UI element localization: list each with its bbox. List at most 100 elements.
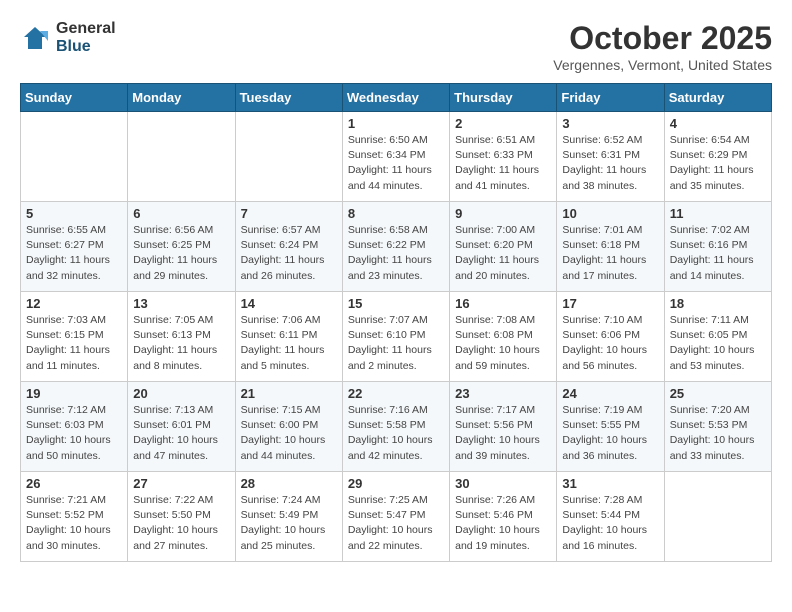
day-number: 23 bbox=[455, 386, 551, 401]
day-number: 2 bbox=[455, 116, 551, 131]
calendar-cell: 10 Sunrise: 7:01 AM Sunset: 6:18 PM Dayli… bbox=[557, 202, 664, 292]
day-info: Sunrise: 6:52 AM Sunset: 6:31 PM Dayligh… bbox=[562, 133, 658, 194]
calendar-table: SundayMondayTuesdayWednesdayThursdayFrid… bbox=[20, 83, 772, 562]
day-number: 3 bbox=[562, 116, 658, 131]
day-info: Sunrise: 7:26 AM Sunset: 5:46 PM Dayligh… bbox=[455, 493, 551, 554]
logo-text: General Blue bbox=[56, 20, 116, 55]
page-header: General Blue October 2025 Vergennes, Ver… bbox=[20, 20, 772, 73]
calendar-cell: 18 Sunrise: 7:11 AM Sunset: 6:05 PM Dayli… bbox=[664, 292, 771, 382]
day-info: Sunrise: 7:12 AM Sunset: 6:03 PM Dayligh… bbox=[26, 403, 122, 464]
calendar-cell: 12 Sunrise: 7:03 AM Sunset: 6:15 PM Dayli… bbox=[21, 292, 128, 382]
weekday-header-thursday: Thursday bbox=[450, 84, 557, 112]
calendar-cell: 19Sunrise: 7:12 AM Sunset: 6:03 PM Dayli… bbox=[21, 382, 128, 472]
calendar-header: SundayMondayTuesdayWednesdayThursdayFrid… bbox=[21, 84, 772, 112]
day-info: Sunrise: 6:58 AM Sunset: 6:22 PM Dayligh… bbox=[348, 223, 444, 284]
day-number: 31 bbox=[562, 476, 658, 491]
calendar-cell bbox=[235, 112, 342, 202]
weekday-row: SundayMondayTuesdayWednesdayThursdayFrid… bbox=[21, 84, 772, 112]
calendar-cell: 2 Sunrise: 6:51 AM Sunset: 6:33 PM Daylig… bbox=[450, 112, 557, 202]
location-text: Vergennes, Vermont, United States bbox=[553, 57, 772, 73]
calendar-cell: 11 Sunrise: 7:02 AM Sunset: 6:16 PM Dayli… bbox=[664, 202, 771, 292]
calendar-cell bbox=[664, 472, 771, 562]
day-number: 26 bbox=[26, 476, 122, 491]
day-number: 10 bbox=[562, 206, 658, 221]
calendar-cell: 6 Sunrise: 6:56 AM Sunset: 6:25 PM Daylig… bbox=[128, 202, 235, 292]
calendar-cell: 27 Sunrise: 7:22 AM Sunset: 5:50 PM Dayli… bbox=[128, 472, 235, 562]
logo-general-text: General bbox=[56, 20, 116, 38]
day-info: Sunrise: 7:28 AM Sunset: 5:44 PM Dayligh… bbox=[562, 493, 658, 554]
day-info: Sunrise: 7:01 AM Sunset: 6:18 PM Dayligh… bbox=[562, 223, 658, 284]
day-number: 16 bbox=[455, 296, 551, 311]
day-info: Sunrise: 6:56 AM Sunset: 6:25 PM Dayligh… bbox=[133, 223, 229, 284]
calendar-cell: 24Sunrise: 7:19 AM Sunset: 5:55 PM Dayli… bbox=[557, 382, 664, 472]
day-number: 6 bbox=[133, 206, 229, 221]
calendar-cell bbox=[128, 112, 235, 202]
calendar-cell bbox=[21, 112, 128, 202]
calendar-cell: 21 Sunrise: 7:15 AM Sunset: 6:00 PM Dayli… bbox=[235, 382, 342, 472]
day-number: 4 bbox=[670, 116, 766, 131]
day-number: 18 bbox=[670, 296, 766, 311]
calendar-week-1: 1 Sunrise: 6:50 AM Sunset: 6:34 PM Daylig… bbox=[21, 112, 772, 202]
day-number: 25 bbox=[670, 386, 766, 401]
day-number: 30 bbox=[455, 476, 551, 491]
calendar-cell: 16Sunrise: 7:08 AM Sunset: 6:08 PM Dayli… bbox=[450, 292, 557, 382]
day-number: 20 bbox=[133, 386, 229, 401]
calendar-cell: 30 Sunrise: 7:26 AM Sunset: 5:46 PM Dayli… bbox=[450, 472, 557, 562]
calendar-cell: 7Sunrise: 6:57 AM Sunset: 6:24 PM Daylig… bbox=[235, 202, 342, 292]
calendar-cell: 31 Sunrise: 7:28 AM Sunset: 5:44 PM Dayli… bbox=[557, 472, 664, 562]
weekday-header-wednesday: Wednesday bbox=[342, 84, 449, 112]
day-info: Sunrise: 7:11 AM Sunset: 6:05 PM Dayligh… bbox=[670, 313, 766, 374]
day-number: 27 bbox=[133, 476, 229, 491]
day-number: 8 bbox=[348, 206, 444, 221]
calendar-week-3: 12 Sunrise: 7:03 AM Sunset: 6:15 PM Dayli… bbox=[21, 292, 772, 382]
calendar-cell: 13Sunrise: 7:05 AM Sunset: 6:13 PM Dayli… bbox=[128, 292, 235, 382]
weekday-header-saturday: Saturday bbox=[664, 84, 771, 112]
logo-blue-text: Blue bbox=[56, 38, 116, 56]
calendar-cell: 23 Sunrise: 7:17 AM Sunset: 5:56 PM Dayli… bbox=[450, 382, 557, 472]
day-info: Sunrise: 7:07 AM Sunset: 6:10 PM Dayligh… bbox=[348, 313, 444, 374]
day-number: 12 bbox=[26, 296, 122, 311]
calendar-cell: 20 Sunrise: 7:13 AM Sunset: 6:01 PM Dayli… bbox=[128, 382, 235, 472]
day-number: 22 bbox=[348, 386, 444, 401]
day-info: Sunrise: 7:03 AM Sunset: 6:15 PM Dayligh… bbox=[26, 313, 122, 374]
day-number: 9 bbox=[455, 206, 551, 221]
day-number: 28 bbox=[241, 476, 337, 491]
calendar-cell: 22 Sunrise: 7:16 AM Sunset: 5:58 PM Dayli… bbox=[342, 382, 449, 472]
day-info: Sunrise: 7:17 AM Sunset: 5:56 PM Dayligh… bbox=[455, 403, 551, 464]
calendar-week-2: 5 Sunrise: 6:55 AM Sunset: 6:27 PM Daylig… bbox=[21, 202, 772, 292]
logo: General Blue bbox=[20, 20, 116, 55]
weekday-header-monday: Monday bbox=[128, 84, 235, 112]
day-info: Sunrise: 7:15 AM Sunset: 6:00 PM Dayligh… bbox=[241, 403, 337, 464]
calendar-cell: 25 Sunrise: 7:20 AM Sunset: 5:53 PM Dayli… bbox=[664, 382, 771, 472]
day-info: Sunrise: 7:02 AM Sunset: 6:16 PM Dayligh… bbox=[670, 223, 766, 284]
calendar-week-4: 19Sunrise: 7:12 AM Sunset: 6:03 PM Dayli… bbox=[21, 382, 772, 472]
weekday-header-tuesday: Tuesday bbox=[235, 84, 342, 112]
day-info: Sunrise: 7:06 AM Sunset: 6:11 PM Dayligh… bbox=[241, 313, 337, 374]
calendar-cell: 4Sunrise: 6:54 AM Sunset: 6:29 PM Daylig… bbox=[664, 112, 771, 202]
day-info: Sunrise: 6:51 AM Sunset: 6:33 PM Dayligh… bbox=[455, 133, 551, 194]
day-number: 21 bbox=[241, 386, 337, 401]
day-info: Sunrise: 7:19 AM Sunset: 5:55 PM Dayligh… bbox=[562, 403, 658, 464]
day-info: Sunrise: 6:50 AM Sunset: 6:34 PM Dayligh… bbox=[348, 133, 444, 194]
day-number: 5 bbox=[26, 206, 122, 221]
day-info: Sunrise: 7:20 AM Sunset: 5:53 PM Dayligh… bbox=[670, 403, 766, 464]
calendar-week-5: 26Sunrise: 7:21 AM Sunset: 5:52 PM Dayli… bbox=[21, 472, 772, 562]
weekday-header-sunday: Sunday bbox=[21, 84, 128, 112]
day-number: 15 bbox=[348, 296, 444, 311]
day-info: Sunrise: 6:57 AM Sunset: 6:24 PM Dayligh… bbox=[241, 223, 337, 284]
calendar-cell: 29Sunrise: 7:25 AM Sunset: 5:47 PM Dayli… bbox=[342, 472, 449, 562]
day-info: Sunrise: 7:00 AM Sunset: 6:20 PM Dayligh… bbox=[455, 223, 551, 284]
day-number: 1 bbox=[348, 116, 444, 131]
day-info: Sunrise: 7:16 AM Sunset: 5:58 PM Dayligh… bbox=[348, 403, 444, 464]
day-info: Sunrise: 7:13 AM Sunset: 6:01 PM Dayligh… bbox=[133, 403, 229, 464]
day-number: 11 bbox=[670, 206, 766, 221]
weekday-header-friday: Friday bbox=[557, 84, 664, 112]
day-number: 14 bbox=[241, 296, 337, 311]
calendar-cell: 26Sunrise: 7:21 AM Sunset: 5:52 PM Dayli… bbox=[21, 472, 128, 562]
day-info: Sunrise: 7:22 AM Sunset: 5:50 PM Dayligh… bbox=[133, 493, 229, 554]
logo-icon bbox=[20, 23, 50, 53]
day-info: Sunrise: 6:55 AM Sunset: 6:27 PM Dayligh… bbox=[26, 223, 122, 284]
day-number: 17 bbox=[562, 296, 658, 311]
calendar-cell: 15 Sunrise: 7:07 AM Sunset: 6:10 PM Dayli… bbox=[342, 292, 449, 382]
calendar-cell: 1 Sunrise: 6:50 AM Sunset: 6:34 PM Daylig… bbox=[342, 112, 449, 202]
